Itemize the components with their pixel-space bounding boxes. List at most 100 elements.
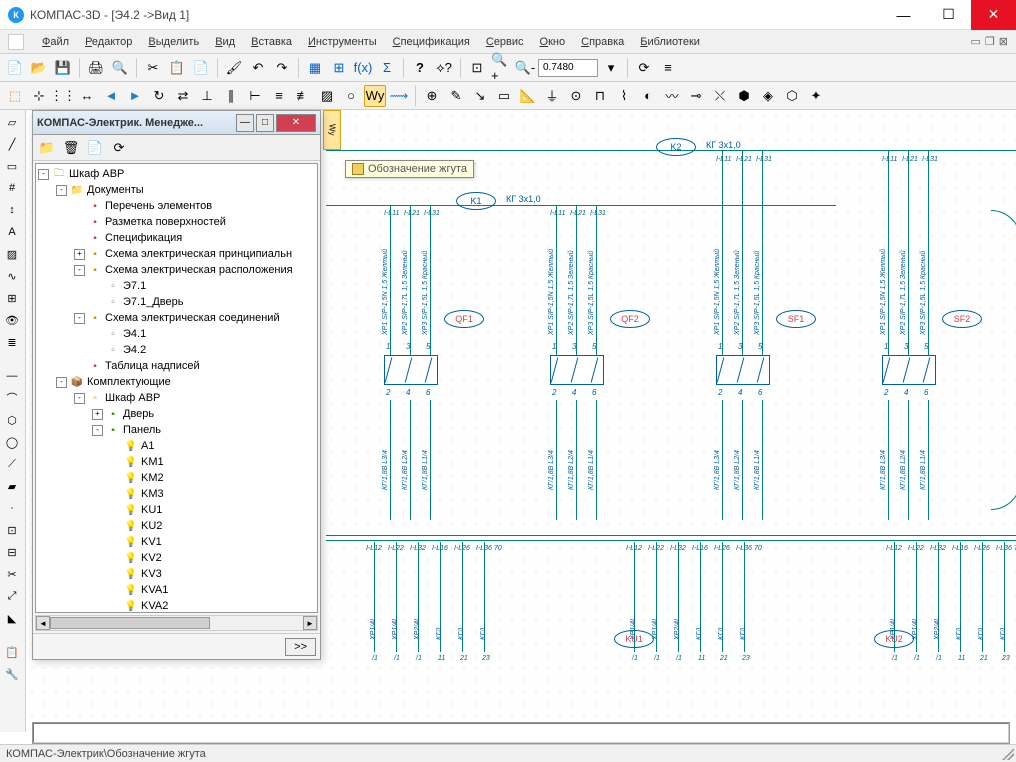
menu-справка[interactable]: Справка [573,36,632,48]
lt-layer-icon[interactable]: ≣ [2,332,22,352]
new-button[interactable]: 📄 [4,57,26,79]
mdi-minimize-icon[interactable]: ▭ [971,35,981,48]
hatch-icon[interactable]: ▨ [316,85,338,107]
layers-icon[interactable]: ≡ [657,57,679,79]
parallel-icon[interactable]: ∥ [220,85,242,107]
lt-spline-icon[interactable]: ∿ [2,266,22,286]
tree-expander[interactable]: - [74,313,85,324]
copy-button[interactable]: 📋 [166,57,188,79]
tree-item-19[interactable]: 💡KM2 [38,470,315,486]
lt-spec-icon[interactable]: 📋 [2,642,22,662]
tree-item-8[interactable]: ▫Э7.1_Дверь [38,294,315,310]
panel-maximize-button[interactable]: □ [256,114,274,132]
menu-инструменты[interactable]: Инструменты [300,36,385,48]
tree-expander[interactable]: - [74,265,85,276]
contact-icon[interactable]: ⊸ [685,85,707,107]
align-icon[interactable]: ⊢ [244,85,266,107]
cable-icon[interactable]: ⌇ [613,85,635,107]
tree-item-27[interactable]: 💡KVA2 [38,598,315,613]
lt-poly-icon[interactable]: ⬡ [2,410,22,430]
print-button[interactable]: 🖨 [85,57,107,79]
lt-grid-icon[interactable]: # [2,178,22,198]
sum-button[interactable]: Σ [376,57,398,79]
equal-icon[interactable]: ≡ [268,85,290,107]
undo-button[interactable]: ↶ [247,57,269,79]
menu-окно[interactable]: Окно [532,36,574,48]
command-input[interactable] [33,723,1009,743]
circle-icon[interactable]: ○ [340,85,362,107]
lib4-icon[interactable]: ✦ [805,85,827,107]
whats-this-button[interactable]: ⟡? [433,57,455,79]
refresh-icon[interactable]: ⟳ [633,57,655,79]
tree-expander[interactable]: - [38,169,49,180]
tree-item-24[interactable]: 💡KV2 [38,550,315,566]
lt-text-icon[interactable]: A [2,222,22,242]
lt-point-icon[interactable]: · [2,498,22,518]
tree-item-15[interactable]: +▪Дверь [38,406,315,422]
lib2-icon[interactable]: ◈ [757,85,779,107]
leader-icon[interactable]: ↘ [469,85,491,107]
tree-item-26[interactable]: 💡KVA1 [38,582,315,598]
tree-expander[interactable]: - [56,185,67,196]
switch-icon[interactable]: ⤬ [709,85,731,107]
lib1-icon[interactable]: ⬢ [733,85,755,107]
redo-button[interactable]: ↷ [271,57,293,79]
zoom-input[interactable] [538,59,598,77]
scroll-left-arrow[interactable]: ◄ [36,616,50,630]
fx-button[interactable]: f(x) [352,57,374,79]
mdi-restore-icon[interactable]: ❐ [985,35,995,48]
tree-expander[interactable]: - [74,393,85,404]
help-button[interactable]: ? [409,57,431,79]
ground-icon[interactable]: ⏚ [541,85,563,107]
wire-label-button[interactable]: Wy [364,85,386,107]
tree-expander[interactable]: - [56,377,67,388]
coil-icon[interactable]: 〰 [661,85,683,107]
minimize-button[interactable]: — [881,0,926,30]
junction-icon[interactable]: ⊙ [565,85,587,107]
lib3-icon[interactable]: ⬡ [781,85,803,107]
preview-button[interactable]: 🔍 [109,57,131,79]
panel-refresh-button[interactable]: ⟳ [109,138,129,158]
tree-item-12[interactable]: ▪Таблица надписей [38,358,315,374]
system-menu-icon[interactable] [8,34,24,50]
lt-trim-icon[interactable]: ✂ [2,564,22,584]
zoom-dropdown-icon[interactable]: ▾ [600,57,622,79]
tree-item-0[interactable]: -🗀Шкаф АВР [38,166,315,182]
lt-break-icon[interactable]: ⊟ [2,542,22,562]
tree-scrollbar-h[interactable]: ◄ ► [35,615,318,631]
tree-item-2[interactable]: ▪Перечень элементов [38,198,315,214]
spec-button[interactable]: ▦ [304,57,326,79]
menu-спецификация[interactable]: Спецификация [385,36,478,48]
lt-ellipse-icon[interactable]: ◯ [2,432,22,452]
panel-delete-button[interactable]: 🗑 [61,138,81,158]
panel-header[interactable]: КОМПАС-Электрик. Менедже... — □ ✕ [33,111,320,135]
scroll-right-arrow[interactable]: ► [303,616,317,630]
mirror-icon[interactable]: ⇄ [172,85,194,107]
tool-brush-icon[interactable]: 🖌 [223,57,245,79]
nav-back-icon[interactable]: ◄ [100,85,122,107]
menu-библиотеки[interactable]: Библиотеки [632,36,708,48]
tree-item-11[interactable]: ▫Э4.2 [38,342,315,358]
tree-item-20[interactable]: 💡KM3 [38,486,315,502]
lt-fill-icon[interactable]: ▰ [2,476,22,496]
lt-bez-icon[interactable]: ⟋ [2,454,22,474]
menu-выделить[interactable]: Выделить [140,36,207,48]
tree-item-6[interactable]: -▪Схема электрическая расположения [38,262,315,278]
tree-item-14[interactable]: -▫Шкаф АВР [38,390,315,406]
tree-item-22[interactable]: 💡KU2 [38,518,315,534]
panel-more-button[interactable]: >> [285,638,316,656]
menu-вставка[interactable]: Вставка [243,36,300,48]
scroll-thumb[interactable] [50,617,210,629]
tree-item-4[interactable]: ▪Спецификация [38,230,315,246]
lt-rect-icon[interactable]: ▭ [2,156,22,176]
wire-icon[interactable]: ⟿ [388,85,410,107]
zoom-fit-button[interactable]: ⊡ [466,57,488,79]
tree-expander[interactable]: + [74,249,85,260]
tree-item-25[interactable]: 💡KV3 [38,566,315,582]
menu-редактор[interactable]: Редактор [77,36,140,48]
menu-вид[interactable]: Вид [207,36,243,48]
zoom-in-button[interactable]: 🔍+ [490,57,512,79]
panel-new-button[interactable]: 📄 [85,138,105,158]
side-tab-wy[interactable]: Wy [323,110,341,150]
tree-expander[interactable]: + [92,409,103,420]
